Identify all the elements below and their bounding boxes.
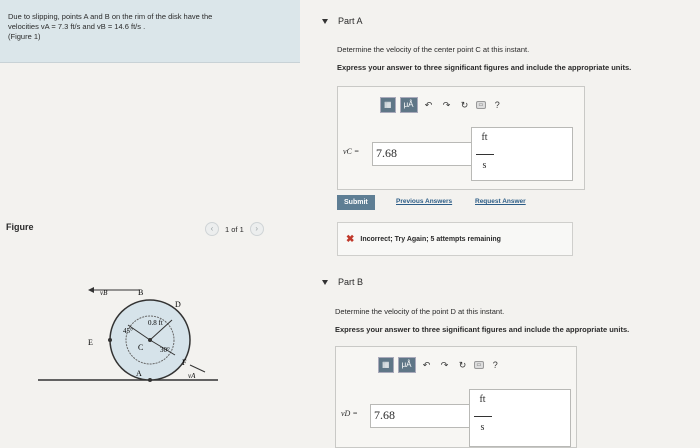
help-icon[interactable]: ? xyxy=(490,100,504,110)
part-a-question: Determine the velocity of the center poi… xyxy=(337,45,530,54)
F-label: F xyxy=(182,358,187,367)
vA-arrow xyxy=(189,364,206,373)
angle45-label: 45° xyxy=(123,327,133,335)
vB-arrowhead xyxy=(88,287,94,293)
part-b-toolbar: ▦ μÅ ↶ ↷ ↻ ▭ ? xyxy=(378,357,502,373)
pager-text: 1 of 1 xyxy=(225,224,244,234)
part-b-question: Determine the velocity of the point D at… xyxy=(335,307,505,316)
part-a-toolbar: ▦ μÅ ↶ ↷ ↻ ▭ ? xyxy=(380,97,504,113)
undo-icon[interactable]: ↶ xyxy=(420,360,434,371)
symbols-button[interactable]: μÅ xyxy=(397,357,416,373)
figure-link[interactable]: (Figure 1) xyxy=(8,32,288,42)
center-dot xyxy=(148,338,152,342)
part-b-unit-input[interactable]: ft s xyxy=(469,389,571,447)
part-b-instruction: Express your answer to three significant… xyxy=(335,325,629,334)
part-a-value-input[interactable]: 7.68 xyxy=(372,142,472,166)
problem-statement: Due to slipping, points A and B on the r… xyxy=(0,0,300,63)
part-b-value-input[interactable]: 7.68 xyxy=(370,404,470,428)
submit-button[interactable]: Submit xyxy=(337,195,375,210)
fraction-bar xyxy=(476,154,494,155)
part-a-instruction: Express your answer to three significant… xyxy=(337,63,631,72)
angle30-label: 30° xyxy=(160,346,170,354)
templates-button[interactable]: ▦ xyxy=(380,97,396,113)
feedback-text: Incorrect; Try Again; 5 attempts remaini… xyxy=(360,235,501,243)
part-a-header[interactable]: Part A xyxy=(322,16,363,26)
next-figure-button[interactable]: › xyxy=(249,222,264,236)
B-label: B xyxy=(138,288,143,297)
prev-figure-button[interactable]: ‹ xyxy=(205,222,219,236)
part-b-unit-den: s xyxy=(480,422,485,433)
problem-line-1: Due to slipping, points A and B on the r… xyxy=(8,12,213,21)
part-a-unit-num: ft xyxy=(481,132,488,143)
point-A-dot xyxy=(148,378,152,382)
D-label: D xyxy=(175,300,181,309)
dist-label: 0.8 ft xyxy=(148,319,163,327)
part-b-answer-box: ▦ μÅ ↶ ↷ ↻ ▭ ? vD = 7.68 ft s xyxy=(335,346,577,448)
keyboard-icon[interactable]: ▭ xyxy=(475,101,487,109)
E-label: E xyxy=(88,338,93,347)
undo-icon[interactable]: ↶ xyxy=(422,100,436,111)
symbols-button[interactable]: μÅ xyxy=(399,97,418,113)
problem-line-2: velocities vA = 7.3 ft/s and vB = 14.6 f… xyxy=(8,22,146,31)
redo-icon[interactable]: ↷ xyxy=(440,100,454,111)
disk-figure: vB B D 0.8 ft 45° 30° E C F A vA xyxy=(38,287,218,382)
fraction-bar xyxy=(474,416,492,417)
figure-label: Figure xyxy=(6,222,34,232)
part-b-instruction-text: Express your answer to three significant… xyxy=(335,325,630,334)
collapse-icon xyxy=(322,280,328,286)
feedback-box: ✖ Incorrect; Try Again; 5 attempts remai… xyxy=(337,222,573,256)
part-b-header[interactable]: Part B xyxy=(322,277,363,287)
help-icon[interactable]: ? xyxy=(488,360,502,370)
collapse-icon xyxy=(322,19,328,25)
point-E-dot xyxy=(108,338,112,342)
reset-icon[interactable]: ↻ xyxy=(458,100,472,111)
part-a-unit-den: s xyxy=(482,160,487,171)
part-b-unit-num: ft xyxy=(479,394,486,405)
part-b-title: Part B xyxy=(338,277,364,287)
part-a-title: Part A xyxy=(338,16,363,26)
previous-answers-link[interactable]: Previous Answers xyxy=(396,198,452,205)
keyboard-icon[interactable]: ▭ xyxy=(473,361,485,369)
figure-pager: ‹ 1 of 1 › xyxy=(205,222,264,236)
part-a-var-label: vC = xyxy=(343,147,360,156)
part-a-unit-input[interactable]: ft s xyxy=(471,127,573,181)
part-a-answer-box: ▦ μÅ ↶ ↷ ↻ ▭ ? vC = 7.68 ft s xyxy=(337,86,585,190)
part-a-instruction-text: Express your answer to three significant… xyxy=(337,63,632,72)
request-answer-link[interactable]: Request Answer xyxy=(475,198,526,205)
C-label: C xyxy=(138,343,143,352)
templates-button[interactable]: ▦ xyxy=(378,357,394,373)
A-label: A xyxy=(136,369,142,378)
reset-icon[interactable]: ↻ xyxy=(456,360,470,371)
vA-label: vA xyxy=(188,372,196,380)
redo-icon[interactable]: ↷ xyxy=(438,360,452,371)
part-b-var-label: vD = xyxy=(341,409,358,418)
incorrect-icon: ✖ xyxy=(346,233,355,245)
vB-label: vB xyxy=(100,289,108,297)
